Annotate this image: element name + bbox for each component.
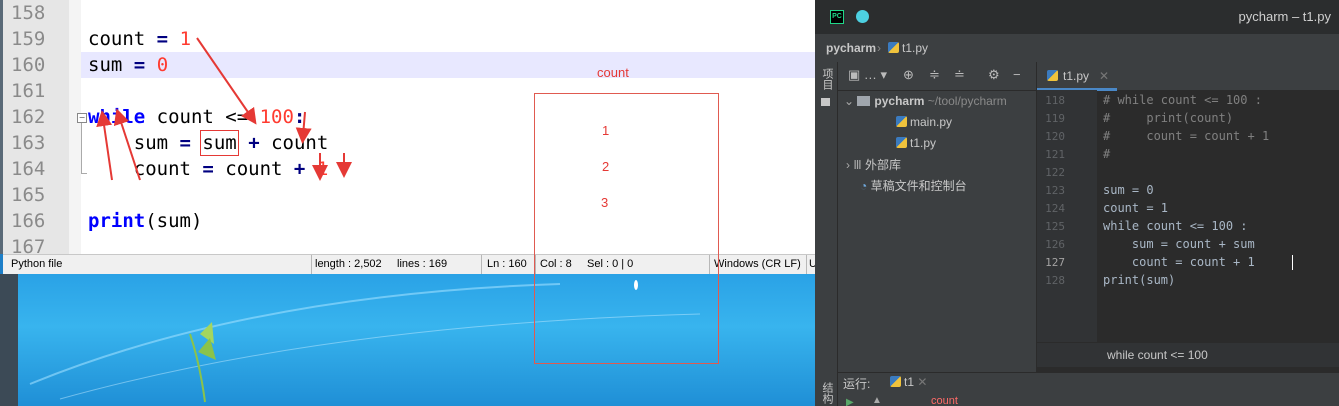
line-number: 127 [1045,256,1065,269]
line-number: 118 [1045,94,1065,107]
run-label: 运行: [843,377,871,391]
tree-root-label: pycharm [874,94,925,108]
annotation-arrows [96,37,352,181]
tree-scratches-label: 草稿文件和控制台 [870,179,967,193]
code-line: print(sum) [1103,273,1176,287]
run-output-text: count [931,395,958,406]
window-control-icon[interactable] [856,10,869,23]
line-number: 121 [1045,148,1065,161]
window-frame [0,274,18,406]
line-number: 126 [1045,238,1065,251]
line-number: 124 [1045,202,1065,215]
chevron-down-icon: ⌄ [844,94,858,108]
line-number: 125 [1045,220,1065,233]
run-tool-window: 运行: t1 ✕ ▶ ▲ count [838,372,1339,406]
status-separator [481,255,482,275]
status-eol: Windows (CR LF) [714,258,801,270]
python-file-icon [1047,69,1061,83]
line-number: 122 [1045,166,1065,179]
line-number: 119 [1045,112,1065,125]
status-length: length : 2,502 [315,258,382,270]
library-icon: Ⅲ [853,158,865,172]
collapse-icon[interactable]: ≑ [929,67,940,83]
code-line: while count <= 100 : [1103,219,1248,233]
crumb-label: while count <= 100 [1107,348,1208,362]
code-editor[interactable]: t1.py ✕ 118 119 120 121 122 123 124 125 … [1037,62,1339,372]
close-icon[interactable]: ✕ [917,375,927,389]
folder-icon [821,98,830,106]
run-tab-label: t1 [904,375,915,389]
python-file-icon [896,137,907,148]
tree-item-file[interactable]: main.py [896,115,952,129]
tree-file-label: t1.py [910,136,937,150]
tree-item-root[interactable]: ⌄ pycharm ~/tool/pycharm [844,94,1007,108]
hide-icon[interactable]: − [1013,67,1021,82]
expand-icon[interactable]: ≐ [954,67,965,83]
tab-label: t1.py [1063,69,1090,83]
title-bar: PC pycharm – t1.py [815,0,1339,34]
code-line: # count = count + 1 [1103,129,1270,143]
annotation-arrow [196,37,257,125]
breadcrumb-file-label: t1.py [902,41,929,55]
navigation-bar: pycharm › t1.py [815,34,1339,63]
breadcrumb-file[interactable]: t1.py [888,41,928,55]
tree-item-scratches[interactable]: ◔ 草稿文件和控制台 [860,177,967,194]
status-file-type: Python file [11,258,63,270]
code-line: count = count + 1 [1103,255,1255,269]
pycharm-window: PC pycharm – t1.py pycharm › t1.py 项目 结构… [815,0,1339,406]
annotation-arrow [96,110,113,181]
code-line: sum = 0 [1103,183,1154,197]
code-line: # while count <= 100 : [1103,93,1262,107]
locate-icon[interactable]: ⊕ [903,67,914,83]
structure-tool-button[interactable]: 结构 [819,382,833,404]
tree-item-file[interactable]: t1.py [896,136,936,150]
gear-icon[interactable]: ⚙ [988,67,1000,83]
window-title: pycharm – t1.py [1238,9,1332,24]
status-separator [311,255,312,275]
tree-file-label: main.py [910,115,953,129]
scratch-icon: ◔ [860,179,871,193]
tab-t1[interactable]: t1.py ✕ [1037,62,1117,91]
line-number: 128 [1045,274,1065,287]
code-line: # [1103,147,1111,161]
tree-external-label: 外部库 [864,158,901,172]
run-tab[interactable]: t1 ✕ [890,375,927,389]
breadcrumb-separator-icon: › [877,41,881,55]
folder-icon [857,96,871,106]
text-caret [1292,255,1293,270]
annotation-arrow [295,111,312,144]
project-toolbar: ▣ … ▾ ⊕ ≑ ≐ ⚙ − [838,62,1036,91]
editor-breadcrumb[interactable]: while count <= 100 [1037,342,1339,367]
project-panel: ▣ … ▾ ⊕ ≑ ≐ ⚙ − ⌄ pycharm ~/tool/pycharm… [838,62,1037,372]
left-tool-strip: 项目 结构 [815,62,838,406]
code-line: # print(count) [1103,111,1234,125]
tree-item-external-libs[interactable]: › Ⅲ 外部库 [846,156,901,173]
line-number: 123 [1045,184,1065,197]
python-file-icon [888,42,899,53]
line-number-gutter [1037,90,1097,342]
pycharm-logo-icon: PC [830,10,844,24]
status-lines: lines : 169 [397,258,448,270]
status-ln: Ln : 160 [487,258,527,270]
python-file-icon [890,376,901,387]
python-file-icon [1047,70,1058,81]
run-play-icon[interactable]: ▶ [846,397,854,406]
project-tool-button[interactable]: 项目 [819,68,833,90]
code-line: sum = count + sum [1103,237,1255,251]
breadcrumb-project[interactable]: pycharm [826,41,876,55]
rerun-icon[interactable]: ▲ [872,395,882,406]
code-line: count = 1 [1103,201,1169,215]
line-number: 120 [1045,130,1065,143]
editor-tabs: t1.py ✕ [1037,62,1339,91]
annotation-arrow [113,108,141,181]
python-file-icon [896,116,907,127]
status-separator [806,255,807,275]
close-icon[interactable]: ✕ [1099,69,1109,83]
view-mode-icon[interactable]: ▣ … ▾ [848,67,887,83]
tree-root-path: ~/tool/pycharm [927,94,1007,108]
